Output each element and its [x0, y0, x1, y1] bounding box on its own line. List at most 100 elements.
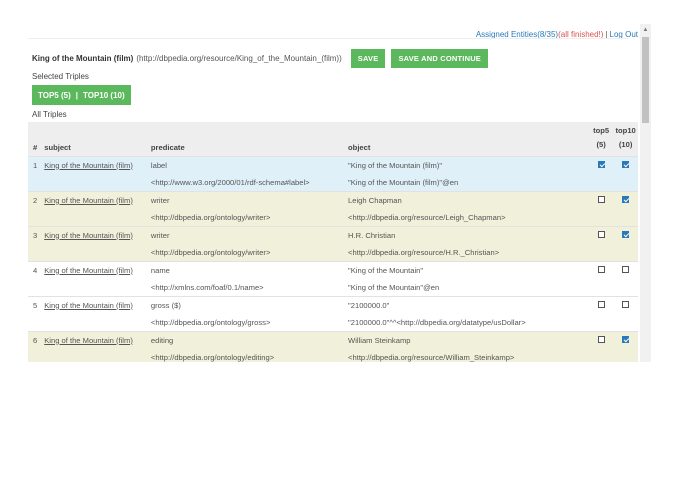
top5-checkbox[interactable] [597, 195, 605, 203]
object-uri: "King of the Mountain"@en [348, 282, 440, 292]
row-number: 5 [28, 296, 42, 331]
subject-link[interactable]: King of the Mountain (film) [44, 336, 133, 345]
subject-link[interactable]: King of the Mountain (film) [44, 301, 133, 310]
row-number-text: 4 [33, 265, 38, 275]
top5-checkbox[interactable] [597, 265, 605, 273]
top5-cell [589, 331, 613, 362]
top10-cell [613, 226, 638, 261]
subject-link[interactable]: King of the Mountain (film) [44, 266, 133, 275]
subject-link[interactable]: King of the Mountain (film) [44, 196, 133, 205]
entity-title: King of the Mountain (film) [32, 53, 134, 63]
tab-top10[interactable]: TOP10 (10) [83, 91, 125, 100]
object-label: "King of the Mountain (film)" [348, 160, 443, 170]
top5-checkbox[interactable] [597, 160, 605, 168]
entity-header: King of the Mountain (film) (http://dbpe… [32, 48, 489, 68]
top10-cell [613, 156, 638, 191]
top10-checkbox[interactable] [622, 265, 630, 273]
tab-top5[interactable]: TOP5 (5) [38, 91, 71, 100]
table-row: 1 King of the Mountain (film) label <http:/… [28, 156, 638, 191]
top10-cell [613, 261, 638, 296]
col-top10-count: (10) [618, 139, 633, 149]
row-number: 3 [28, 226, 42, 261]
top5-cell [589, 261, 613, 296]
save-button[interactable]: SAVE [350, 48, 386, 68]
top10-cell [613, 296, 638, 331]
col-top5: top5 (5) [589, 122, 613, 156]
subject-link[interactable]: King of the Mountain (film) [44, 231, 133, 240]
subject-cell: King of the Mountain (film) [42, 226, 149, 261]
col-top10-label: top10 [615, 125, 636, 135]
predicate-label: writer [150, 195, 170, 205]
row-number-text: 6 [33, 335, 38, 345]
top10-cell [613, 191, 638, 226]
object-cell: Leigh Chapman <http://dbpedia.org/resourc… [346, 191, 589, 226]
subject-cell: King of the Mountain (film) [42, 261, 149, 296]
top5-checkbox[interactable] [597, 335, 605, 343]
col-top5-count: (5) [596, 139, 606, 149]
predicate-label: gross ($) [150, 300, 181, 310]
predicate-label: name [150, 265, 170, 275]
object-uri: "King of the Mountain (film)"@en [348, 177, 459, 187]
object-cell: "King of the Mountain" "King of the Mount… [346, 261, 589, 296]
tab-separator: | [75, 90, 78, 100]
header-divider [28, 38, 628, 39]
entity-uri: (http://dbpedia.org/resource/King_of_the… [136, 53, 342, 63]
top10-cell [613, 331, 638, 362]
object-cell: William Steinkamp <http://dbpedia.org/res… [346, 331, 589, 362]
object-label: H.R. Christian [348, 230, 396, 240]
object-label: Leigh Chapman [348, 195, 402, 205]
all-triples-label: All Triples [32, 110, 67, 119]
predicate-cell: label <http://www.w3.org/2000/01/rdf-sche… [149, 156, 346, 191]
row-number: 1 [28, 156, 42, 191]
top10-checkbox[interactable] [622, 195, 630, 203]
top10-checkbox[interactable] [622, 160, 630, 168]
page-viewport: Assigned Entities(8/35)(all finished!) | L… [28, 24, 651, 362]
top5-cell [589, 191, 613, 226]
object-label: William Steinkamp [348, 335, 411, 345]
col-num: # [33, 142, 38, 152]
object-cell: H.R. Christian <http://dbpedia.org/resour… [346, 226, 589, 261]
predicate-cell: writer <http://dbpedia.org/ontology/write… [149, 226, 346, 261]
triples-body: 1 King of the Mountain (film) label <http:/… [28, 156, 638, 362]
top10-checkbox[interactable] [622, 335, 630, 343]
predicate-label: editing [150, 335, 174, 345]
vertical-scrollbar[interactable]: ▲ [640, 24, 651, 362]
object-uri: <http://dbpedia.org/resource/H.R._Christ… [348, 247, 500, 257]
predicate-uri: <http://dbpedia.org/ontology/writer> [150, 212, 271, 222]
table-row: 4 King of the Mountain (film) name <http://… [28, 261, 638, 296]
subject-cell: King of the Mountain (film) [42, 191, 149, 226]
predicate-uri: <http://xmlns.com/foaf/0.1/name> [150, 282, 264, 292]
object-label: "2100000.0" [348, 300, 390, 310]
selected-triples-label: Selected Triples [32, 72, 89, 81]
predicate-cell: writer <http://dbpedia.org/ontology/write… [149, 191, 346, 226]
top10-checkbox[interactable] [622, 230, 630, 238]
top5-cell [589, 156, 613, 191]
top5-checkbox[interactable] [597, 230, 605, 238]
object-label: "King of the Mountain" [348, 265, 424, 275]
row-number-text: 1 [33, 160, 38, 170]
col-top5-label: top5 [593, 125, 610, 135]
save-and-continue-button[interactable]: SAVE AND CONTINUE [391, 48, 489, 68]
object-cell: "2100000.0" "2100000.0"^^<http://dbpedia.… [346, 296, 589, 331]
predicate-uri: <http://dbpedia.org/ontology/editing> [150, 352, 275, 362]
row-number-text: 2 [33, 195, 38, 205]
col-predicate: predicate [150, 142, 185, 152]
row-number: 6 [28, 331, 42, 362]
table-row: 5 King of the Mountain (film) gross ($) <ht… [28, 296, 638, 331]
row-number-text: 3 [33, 230, 38, 240]
selected-tabs: TOP5 (5) | TOP10 (10) [32, 85, 131, 105]
subject-cell: King of the Mountain (film) [42, 296, 149, 331]
col-object: object [348, 142, 371, 152]
top5-checkbox[interactable] [597, 300, 605, 308]
row-number-text: 5 [33, 300, 38, 310]
top10-checkbox[interactable] [622, 300, 630, 308]
table-header-row: # subject predicate object top5 (5) top1… [28, 122, 638, 156]
predicate-label: writer [150, 230, 170, 240]
predicate-uri: <http://www.w3.org/2000/01/rdf-schema#la… [150, 177, 310, 187]
subject-link[interactable]: King of the Mountain (film) [44, 161, 133, 170]
object-uri: "2100000.0"^^<http://dbpedia.org/datatyp… [348, 317, 526, 327]
scroll-up-arrow-icon[interactable]: ▲ [640, 24, 651, 35]
scroll-thumb[interactable] [642, 37, 649, 123]
predicate-uri: <http://dbpedia.org/ontology/gross> [150, 317, 271, 327]
predicate-uri: <http://dbpedia.org/ontology/writer> [150, 247, 271, 257]
